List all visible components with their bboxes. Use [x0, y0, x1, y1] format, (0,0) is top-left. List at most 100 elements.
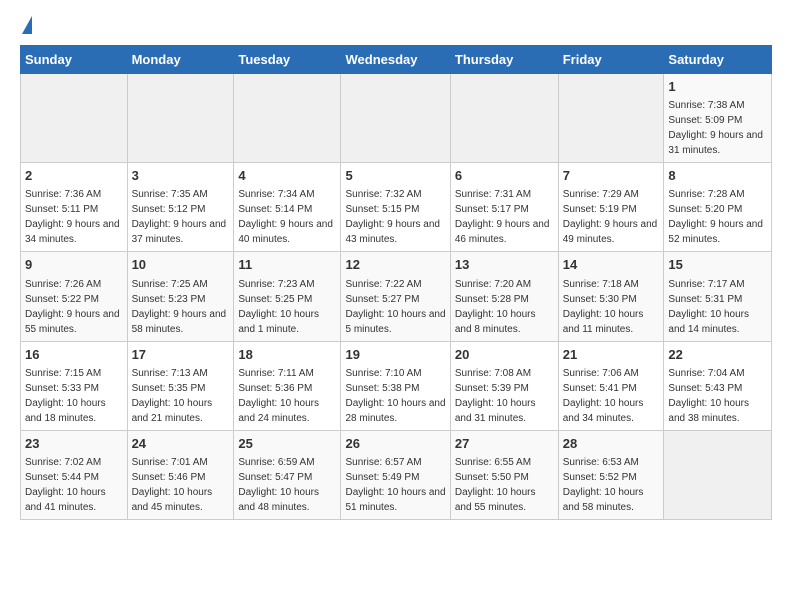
calendar-week-3: 9 Sunrise: 7:26 AM Sunset: 5:22 PM Daylig…: [21, 252, 772, 341]
day-number: 7: [563, 167, 660, 185]
day-info: Sunrise: 7:01 AM Sunset: 5:46 PM Dayligh…: [132, 457, 213, 513]
logo: [20, 16, 32, 37]
calendar-cell: [127, 74, 234, 163]
calendar-cell: 16 Sunrise: 7:15 AM Sunset: 5:33 PM Dayli…: [21, 341, 128, 430]
calendar-cell: 13 Sunrise: 7:20 AM Sunset: 5:28 PM Dayli…: [450, 252, 558, 341]
day-number: 13: [455, 256, 554, 274]
calendar-header: SundayMondayTuesdayWednesdayThursdayFrid…: [21, 46, 772, 74]
calendar-cell: 4Sunrise: 7:34 AM Sunset: 5:14 PM Daylig…: [234, 163, 341, 252]
day-number: 10: [132, 256, 230, 274]
day-info: Sunrise: 7:20 AM Sunset: 5:28 PM Dayligh…: [455, 279, 536, 335]
day-info: Sunrise: 7:35 AM Sunset: 5:12 PM Dayligh…: [132, 189, 227, 245]
day-info: Sunrise: 7:34 AM Sunset: 5:14 PM Dayligh…: [238, 189, 333, 245]
calendar-cell: 3 Sunrise: 7:35 AM Sunset: 5:12 PM Daylig…: [127, 163, 234, 252]
day-number: 19: [345, 346, 445, 364]
day-number: 17: [132, 346, 230, 364]
calendar-cell: [21, 74, 128, 163]
day-info: Sunrise: 7:36 AM Sunset: 5:11 PM Dayligh…: [25, 189, 120, 245]
calendar-week-1: 1 Sunrise: 7:38 AM Sunset: 5:09 PM Daylig…: [21, 74, 772, 163]
calendar-cell: 18Sunrise: 7:11 AM Sunset: 5:36 PM Dayli…: [234, 341, 341, 430]
calendar-cell: 14 Sunrise: 7:18 AM Sunset: 5:30 PM Dayli…: [558, 252, 664, 341]
day-info: Sunrise: 7:10 AM Sunset: 5:38 PM Dayligh…: [345, 368, 445, 424]
weekday-header-saturday: Saturday: [664, 46, 772, 74]
day-number: 24: [132, 435, 230, 453]
header: [20, 16, 772, 37]
weekday-header-friday: Friday: [558, 46, 664, 74]
day-info: Sunrise: 7:04 AM Sunset: 5:43 PM Dayligh…: [668, 368, 749, 424]
day-info: Sunrise: 7:13 AM Sunset: 5:35 PM Dayligh…: [132, 368, 213, 424]
page: SundayMondayTuesdayWednesdayThursdayFrid…: [0, 0, 792, 536]
calendar-cell: 22Sunrise: 7:04 AM Sunset: 5:43 PM Dayli…: [664, 341, 772, 430]
calendar-cell: [450, 74, 558, 163]
calendar-cell: [664, 430, 772, 519]
day-info: Sunrise: 6:59 AM Sunset: 5:47 PM Dayligh…: [238, 457, 319, 513]
day-number: 6: [455, 167, 554, 185]
day-info: Sunrise: 7:17 AM Sunset: 5:31 PM Dayligh…: [668, 279, 749, 335]
logo-triangle-icon: [22, 16, 32, 34]
day-info: Sunrise: 7:15 AM Sunset: 5:33 PM Dayligh…: [25, 368, 106, 424]
day-number: 11: [238, 256, 336, 274]
day-info: Sunrise: 7:25 AM Sunset: 5:23 PM Dayligh…: [132, 279, 227, 335]
calendar-cell: 15 Sunrise: 7:17 AM Sunset: 5:31 PM Dayli…: [664, 252, 772, 341]
day-info: Sunrise: 7:18 AM Sunset: 5:30 PM Dayligh…: [563, 279, 644, 335]
day-number: 28: [563, 435, 660, 453]
day-number: 8: [668, 167, 767, 185]
calendar-week-5: 23 Sunrise: 7:02 AM Sunset: 5:44 PM Dayli…: [21, 430, 772, 519]
day-info: Sunrise: 7:22 AM Sunset: 5:27 PM Dayligh…: [345, 279, 445, 335]
day-number: 14: [563, 256, 660, 274]
calendar-cell: 11Sunrise: 7:23 AM Sunset: 5:25 PM Dayli…: [234, 252, 341, 341]
calendar-cell: 7 Sunrise: 7:29 AM Sunset: 5:19 PM Daylig…: [558, 163, 664, 252]
day-number: 5: [345, 167, 445, 185]
day-number: 1: [668, 78, 767, 96]
weekday-header-monday: Monday: [127, 46, 234, 74]
day-number: 3: [132, 167, 230, 185]
day-number: 20: [455, 346, 554, 364]
day-number: 27: [455, 435, 554, 453]
weekday-header-wednesday: Wednesday: [341, 46, 450, 74]
calendar-week-2: 2 Sunrise: 7:36 AM Sunset: 5:11 PM Daylig…: [21, 163, 772, 252]
calendar-cell: 10 Sunrise: 7:25 AM Sunset: 5:23 PM Dayli…: [127, 252, 234, 341]
calendar-cell: 12 Sunrise: 7:22 AM Sunset: 5:27 PM Dayli…: [341, 252, 450, 341]
day-number: 23: [25, 435, 123, 453]
weekday-header-sunday: Sunday: [21, 46, 128, 74]
day-number: 18: [238, 346, 336, 364]
day-info: Sunrise: 7:38 AM Sunset: 5:09 PM Dayligh…: [668, 100, 763, 156]
day-number: 2: [25, 167, 123, 185]
calendar-cell: 6 Sunrise: 7:31 AM Sunset: 5:17 PM Daylig…: [450, 163, 558, 252]
calendar-cell: 26 Sunrise: 6:57 AM Sunset: 5:49 PM Dayli…: [341, 430, 450, 519]
day-info: Sunrise: 6:57 AM Sunset: 5:49 PM Dayligh…: [345, 457, 445, 513]
day-info: Sunrise: 7:02 AM Sunset: 5:44 PM Dayligh…: [25, 457, 106, 513]
calendar-cell: [341, 74, 450, 163]
calendar-body: 1 Sunrise: 7:38 AM Sunset: 5:09 PM Daylig…: [21, 74, 772, 520]
day-info: Sunrise: 6:53 AM Sunset: 5:52 PM Dayligh…: [563, 457, 644, 513]
calendar-cell: 5 Sunrise: 7:32 AM Sunset: 5:15 PM Daylig…: [341, 163, 450, 252]
calendar-cell: 8Sunrise: 7:28 AM Sunset: 5:20 PM Daylig…: [664, 163, 772, 252]
calendar-cell: 2 Sunrise: 7:36 AM Sunset: 5:11 PM Daylig…: [21, 163, 128, 252]
calendar-table: SundayMondayTuesdayWednesdayThursdayFrid…: [20, 45, 772, 520]
calendar-cell: 27 Sunrise: 6:55 AM Sunset: 5:50 PM Dayli…: [450, 430, 558, 519]
day-number: 16: [25, 346, 123, 364]
calendar-cell: 24 Sunrise: 7:01 AM Sunset: 5:46 PM Dayli…: [127, 430, 234, 519]
day-number: 21: [563, 346, 660, 364]
day-number: 25: [238, 435, 336, 453]
calendar-cell: 1 Sunrise: 7:38 AM Sunset: 5:09 PM Daylig…: [664, 74, 772, 163]
calendar-cell: 28 Sunrise: 6:53 AM Sunset: 5:52 PM Dayli…: [558, 430, 664, 519]
day-info: Sunrise: 7:31 AM Sunset: 5:17 PM Dayligh…: [455, 189, 550, 245]
day-number: 12: [345, 256, 445, 274]
calendar-cell: 25 Sunrise: 6:59 AM Sunset: 5:47 PM Dayli…: [234, 430, 341, 519]
calendar-cell: [558, 74, 664, 163]
day-info: Sunrise: 7:32 AM Sunset: 5:15 PM Dayligh…: [345, 189, 440, 245]
weekday-header-row: SundayMondayTuesdayWednesdayThursdayFrid…: [21, 46, 772, 74]
day-info: Sunrise: 7:29 AM Sunset: 5:19 PM Dayligh…: [563, 189, 658, 245]
day-info: Sunrise: 7:26 AM Sunset: 5:22 PM Dayligh…: [25, 279, 120, 335]
weekday-header-thursday: Thursday: [450, 46, 558, 74]
day-number: 26: [345, 435, 445, 453]
day-number: 9: [25, 256, 123, 274]
calendar-cell: 19 Sunrise: 7:10 AM Sunset: 5:38 PM Dayli…: [341, 341, 450, 430]
day-number: 15: [668, 256, 767, 274]
day-info: Sunrise: 7:06 AM Sunset: 5:41 PM Dayligh…: [563, 368, 644, 424]
weekday-header-tuesday: Tuesday: [234, 46, 341, 74]
calendar-cell: 23 Sunrise: 7:02 AM Sunset: 5:44 PM Dayli…: [21, 430, 128, 519]
day-info: Sunrise: 6:55 AM Sunset: 5:50 PM Dayligh…: [455, 457, 536, 513]
calendar-cell: 20Sunrise: 7:08 AM Sunset: 5:39 PM Dayli…: [450, 341, 558, 430]
